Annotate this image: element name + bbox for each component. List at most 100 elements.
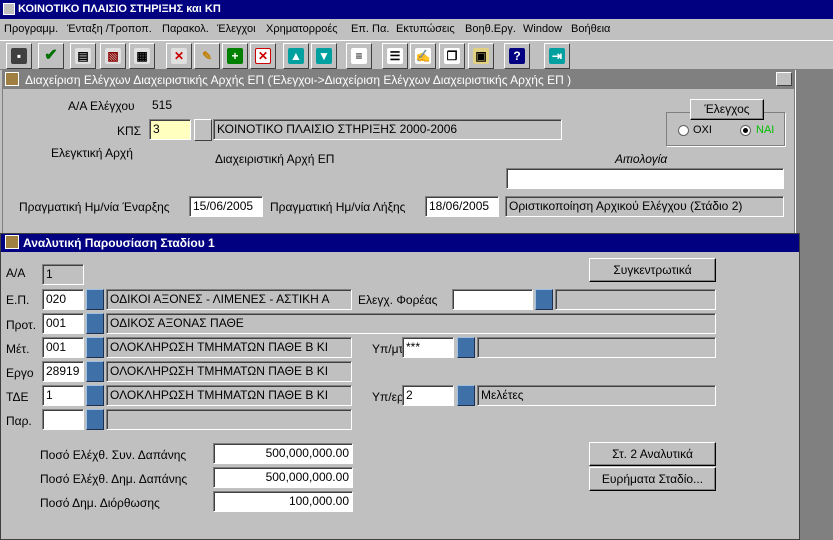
kps-code-field[interactable]: 3: [149, 119, 191, 140]
open-icon[interactable]: ▤: [70, 43, 96, 69]
met-code-field[interactable]: 001: [42, 337, 84, 358]
arrow-down-icon[interactable]: ▼: [311, 43, 337, 69]
par-label: Παρ.: [6, 414, 32, 428]
tde-label: ΤΔΕ: [6, 390, 29, 404]
kps-label: ΚΠΣ: [117, 124, 142, 138]
inner-window-title: Αναλυτική Παρουσίαση Σταδίου 1: [1, 234, 799, 252]
start-date-field[interactable]: 15/06/2005: [189, 196, 263, 217]
radio-no[interactable]: [678, 125, 689, 136]
stage2-detail-button[interactable]: Στ. 2 Αναλυτικά: [589, 442, 716, 466]
stage-findings-button[interactable]: Ευρήματα Σταδίο...: [589, 467, 716, 491]
ep-label: Ε.Π.: [6, 293, 30, 307]
window-icon: [5, 72, 19, 86]
ergo-code-field[interactable]: 28919: [42, 361, 84, 382]
tde-code-field[interactable]: 1: [42, 385, 84, 406]
notes-icon[interactable]: ✍: [410, 43, 436, 69]
add-icon[interactable]: +: [222, 43, 248, 69]
met-desc-field: ΟΛΟΚΛΗΡΩΣΗ ΤΜΗΜΑΤΩΝ ΠΑΘΕ Β ΚΙ: [106, 337, 352, 358]
amount-correction-label: Ποσό Δημ. Διόρθωσης: [40, 496, 160, 510]
body-label: Ελεγχ. Φορέας: [358, 293, 438, 307]
radio-yes-label: ΝΑΙ: [756, 124, 775, 136]
ep-desc-field: ΟΔΙΚΟΙ ΑΞΟΝΕΣ - ΛΙΜΕΝΕΣ - ΑΣΤΙΚΗ Α: [106, 289, 352, 310]
summary-button[interactable]: Συγκεντρωτικά: [589, 258, 716, 282]
print-icon[interactable]: ▦: [129, 43, 155, 69]
prot-desc-field: ΟΔΙΚΟΣ ΑΞΟΝΑΣ ΠΑΘΕ: [106, 313, 716, 334]
remove-icon[interactable]: ✕: [250, 43, 276, 69]
body-lov-button[interactable]: [535, 289, 553, 310]
ep-code-field[interactable]: 020: [42, 289, 84, 310]
amount-correction-field[interactable]: 100,000.00: [213, 491, 353, 512]
par-lov-button[interactable]: [86, 409, 104, 430]
list-values-icon[interactable]: ☰: [382, 43, 408, 69]
menu-reports[interactable]: Εκτυπώσεις: [396, 19, 455, 40]
tde-desc-field: ΟΛΟΚΛΗΡΩΣΗ ΤΜΗΜΑΤΩΝ ΠΑΘΕ Β ΚΙ: [106, 385, 352, 406]
prot-lov-button[interactable]: [86, 313, 104, 334]
toolbar: ▪ ✔ ▤ ▧ ▦ ✕ ✎ + ✕ ▲ ▼ ≡ ☰ ✍ ❐ ▣ ? ⇥: [0, 40, 833, 70]
justification-field[interactable]: [506, 168, 784, 189]
save-icon[interactable]: ▪: [6, 43, 32, 69]
copy-icon[interactable]: ❐: [439, 43, 465, 69]
auditor-label: Ελεγκτική Αρχή: [51, 146, 133, 160]
amount-public-field[interactable]: 500,000,000.00: [213, 467, 353, 488]
met-lov-button[interactable]: [86, 337, 104, 358]
menu-window[interactable]: Window: [523, 19, 562, 40]
stage-field: Οριστικοποίηση Αρχικού Ελέγχου (Στάδιο 2…: [505, 196, 784, 217]
end-date-field[interactable]: 18/06/2005: [425, 196, 499, 217]
edit-icon[interactable]: ✎: [194, 43, 220, 69]
aa-label: Α/Α: [6, 266, 26, 280]
accept-icon[interactable]: ✔: [38, 43, 64, 69]
yperg-field[interactable]: 2: [402, 385, 454, 406]
amount-total-label: Ποσό Ελέχθ. Συν. Δαπάνης: [40, 448, 187, 462]
outer-window-title: Διαχείριση Ελέγχων Διαχειριστικής Αρχής …: [3, 71, 794, 89]
menu-help[interactable]: Βοήθεια: [571, 19, 610, 40]
par-code-field[interactable]: [42, 409, 84, 430]
ep-lov-button[interactable]: [86, 289, 104, 310]
clear-icon[interactable]: ▧: [100, 43, 126, 69]
met-label: Μέτ.: [6, 342, 30, 356]
tde-lov-button[interactable]: [86, 385, 104, 406]
menu-monitoring[interactable]: Παρακολ.: [162, 19, 209, 40]
amount-public-label: Ποσό Ελέχθ. Δημ. Δαπάνης: [40, 472, 188, 486]
ypmt-field[interactable]: ***: [402, 337, 454, 358]
ergo-desc-field: ΟΛΟΚΛΗΡΩΣΗ ΤΜΗΜΑΤΩΝ ΠΑΘΕ Β ΚΙ: [106, 361, 352, 382]
list-icon[interactable]: ≡: [346, 43, 372, 69]
menu-ep-pa[interactable]: Επ. Πα.: [351, 19, 389, 40]
justification-label: Αιτιολογία: [615, 152, 668, 166]
menu-programs[interactable]: Προγραμμ.: [4, 19, 58, 40]
ypmt-lov-button[interactable]: [457, 337, 475, 358]
ypmt-desc-field: [477, 337, 716, 358]
end-date-label: Πραγματική Ημ/νία Λήξης: [270, 200, 406, 214]
menu-cashflows[interactable]: Χρηματορροές: [266, 19, 338, 40]
yperg-desc-field: Μελέτες: [477, 385, 716, 406]
minimize-button[interactable]: [776, 72, 792, 86]
inner-window-icon: [5, 235, 19, 249]
kps-desc-field: ΚΟΙΝΟΤΙΚΟ ΠΛΑΙΣΙΟ ΣΤΗΡΙΞΗΣ 2000-2006: [213, 119, 562, 140]
prot-label: Προτ.: [6, 318, 37, 332]
yperg-lov-button[interactable]: [457, 385, 475, 406]
menu-bar: Προγραμμ. Ένταξη /Τροποπ. Παρακολ. Έλεγχ…: [0, 19, 833, 40]
audit-no-label: Α/Α Ελέγχου: [68, 99, 135, 113]
menu-audits[interactable]: Έλεγχοι: [217, 19, 256, 40]
managing-authority-label: Διαχειριστική Αρχή ΕΠ: [215, 152, 335, 166]
body-field[interactable]: [452, 289, 533, 310]
menu-entry[interactable]: Ένταξη /Τροποπ.: [67, 19, 152, 40]
ergo-lov-button[interactable]: [86, 361, 104, 382]
app-icon: [3, 3, 15, 15]
aa-field: 1: [42, 264, 84, 285]
par-desc-field: [106, 409, 352, 430]
check-button[interactable]: Έλεγχος: [690, 99, 764, 120]
amount-total-field[interactable]: 500,000,000.00: [213, 443, 353, 464]
radio-yes[interactable]: [740, 125, 751, 136]
exit-icon[interactable]: ⇥: [544, 43, 570, 69]
ergo-label: Εργο: [6, 366, 34, 380]
prot-code-field[interactable]: 001: [42, 313, 84, 334]
delete-record-icon[interactable]: ✕: [166, 43, 192, 69]
arrow-up-icon[interactable]: ▲: [283, 43, 309, 69]
kps-list-icon[interactable]: [194, 119, 212, 141]
app-title: ΚΟΙΝΟΤΙΚΟ ΠΛΑΙΣΙΟ ΣΤΗΡΙΞΗΣ και ΚΠ: [18, 3, 221, 15]
audit-no-field: 515: [149, 96, 192, 117]
paste-icon[interactable]: ▣: [468, 43, 494, 69]
help-icon[interactable]: ?: [504, 43, 530, 69]
start-date-label: Πραγματική Ημ/νία Έναρξης: [19, 200, 170, 214]
menu-help-tools[interactable]: Βοηθ.Εργ.: [465, 19, 516, 40]
